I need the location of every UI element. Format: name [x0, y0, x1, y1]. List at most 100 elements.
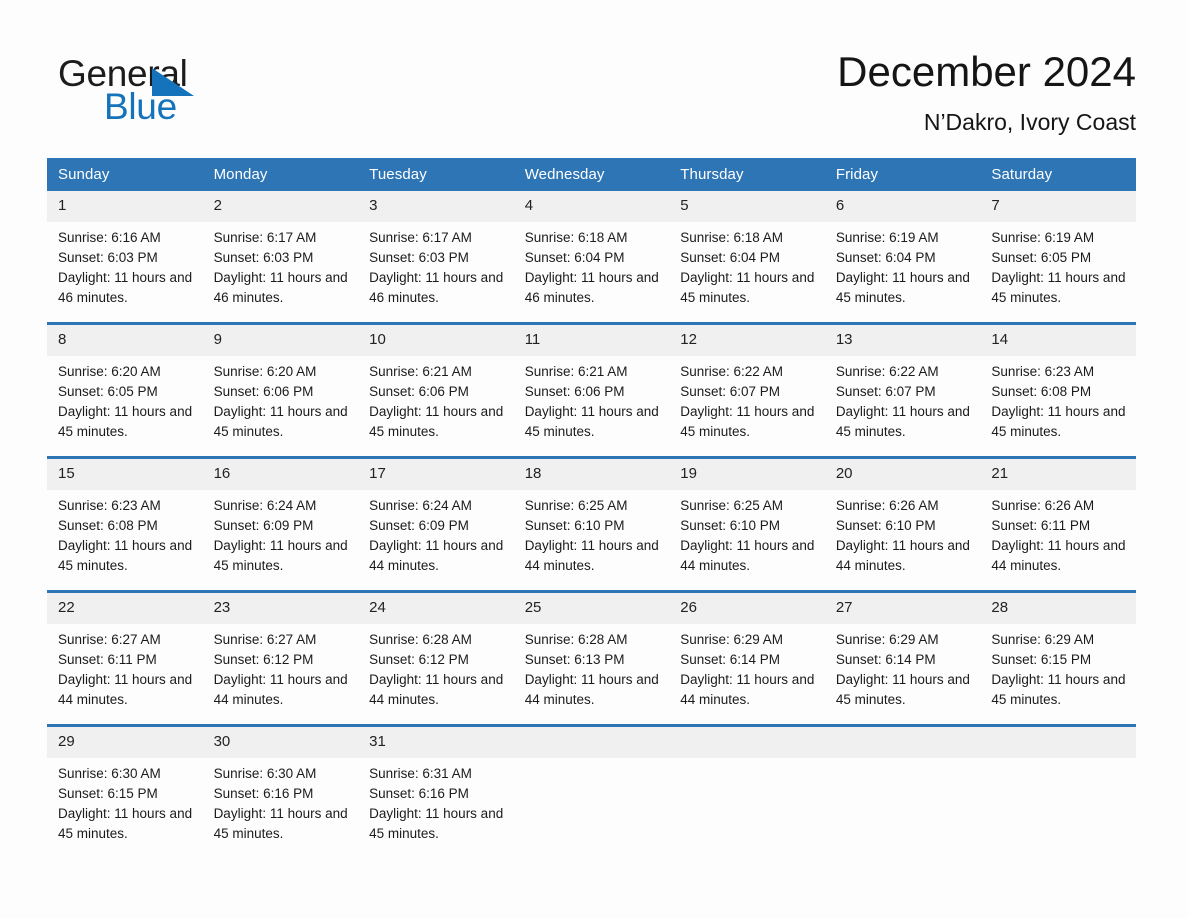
day-details: Sunrise: 6:26 AM Sunset: 6:10 PM Daylight:… — [825, 490, 981, 576]
calendar-day-cell[interactable]: 11 Sunrise: 6:21 AM Sunset: 6:06 PM Dayligh… — [513, 322, 670, 458]
calendar-week-row: 29 Sunrise: 6:30 AM Sunset: 6:15 PM Dayligh… — [47, 724, 1136, 858]
calendar-day-cell[interactable]: 18 Sunrise: 6:25 AM Sunset: 6:10 PM Dayligh… — [513, 456, 670, 592]
day-details: Sunrise: 6:23 AM Sunset: 6:08 PM Daylight:… — [47, 490, 203, 576]
day-number: 15 — [47, 459, 203, 490]
day-number: 2 — [202, 191, 359, 222]
daylight-text: Daylight: 11 hours and 45 minutes. — [369, 806, 504, 841]
sunset-text: Sunset: 6:08 PM — [58, 518, 158, 533]
sunset-text: Sunset: 6:08 PM — [991, 384, 1092, 399]
calendar-week-row: 1 Sunrise: 6:16 AM Sunset: 6:03 PM Daylight… — [47, 191, 1136, 324]
sunrise-text: Sunrise: 6:26 AM — [835, 498, 939, 513]
day-details: Sunrise: 6:25 AM Sunset: 6:10 PM Daylight:… — [514, 490, 670, 576]
day-details: Sunrise: 6:20 AM Sunset: 6:05 PM Daylight:… — [47, 356, 203, 442]
sunrise-text: Sunrise: 6:20 AM — [58, 364, 161, 379]
location-subtitle: N’Dakro, Ivory Coast — [923, 109, 1136, 135]
calendar-day-cell[interactable]: 2 Sunrise: 6:17 AM Sunset: 6:03 PM Daylight… — [202, 191, 359, 324]
day-number: 29 — [47, 727, 203, 758]
day-number: 26 — [669, 593, 825, 624]
sunrise-sunset-calendar: Sunday Monday Tuesday Wednesday Thursday… — [47, 158, 1136, 858]
sunrise-text: Sunrise: 6:23 AM — [58, 498, 161, 513]
page-title: December 2024 — [837, 48, 1136, 95]
day-details: Sunrise: 6:29 AM Sunset: 6:15 PM Daylight:… — [980, 624, 1136, 710]
calendar-day-cell[interactable]: 14 Sunrise: 6:23 AM Sunset: 6:08 PM Dayligh… — [980, 322, 1136, 458]
daylight-text: Daylight: 11 hours and 45 minutes. — [213, 806, 348, 841]
calendar-day-cell[interactable]: 20 Sunrise: 6:26 AM Sunset: 6:10 PM Dayligh… — [824, 456, 981, 592]
sunset-text: Sunset: 6:12 PM — [213, 652, 314, 667]
daylight-text: Daylight: 11 hours and 45 minutes. — [369, 404, 504, 439]
sunset-text: Sunset: 6:16 PM — [369, 786, 469, 801]
sunrise-text: Sunrise: 6:29 AM — [991, 632, 1095, 647]
title-block: December 2024 N’Dakro, Ivory Coast — [837, 46, 1136, 138]
calendar-day-cell[interactable]: 5 Sunrise: 6:18 AM Sunset: 6:04 PM Daylight… — [669, 191, 825, 324]
calendar-day-cell[interactable]: 13 Sunrise: 6:22 AM Sunset: 6:07 PM Dayligh… — [824, 322, 981, 458]
generalblue-logo[interactable]: General Blue — [58, 54, 258, 128]
calendar-day-cell[interactable]: 19 Sunrise: 6:25 AM Sunset: 6:10 PM Dayligh… — [669, 456, 825, 592]
calendar-week-row: 8 Sunrise: 6:20 AM Sunset: 6:05 PM Daylight… — [47, 322, 1136, 458]
day-number: 18 — [513, 459, 670, 490]
day-details: Sunrise: 6:24 AM Sunset: 6:09 PM Daylight:… — [358, 490, 514, 576]
calendar-day-cell[interactable]: 25 Sunrise: 6:28 AM Sunset: 6:13 PM Dayligh… — [513, 590, 670, 726]
day-details: Sunrise: 6:18 AM Sunset: 6:04 PM Daylight:… — [669, 222, 825, 308]
sunset-text: Sunset: 6:09 PM — [369, 518, 469, 533]
weekday-header-thursday: Thursday — [669, 158, 825, 191]
daylight-text: Daylight: 11 hours and 45 minutes. — [213, 404, 348, 439]
calendar-day-cell[interactable]: 12 Sunrise: 6:22 AM Sunset: 6:07 PM Dayligh… — [669, 322, 825, 458]
calendar-day-cell[interactable]: 15 Sunrise: 6:23 AM Sunset: 6:08 PM Dayligh… — [47, 456, 203, 592]
calendar-day-cell[interactable]: 23 Sunrise: 6:27 AM Sunset: 6:12 PM Dayligh… — [202, 590, 359, 726]
calendar-day-cell[interactable]: 3 Sunrise: 6:17 AM Sunset: 6:03 PM Daylight… — [358, 191, 514, 324]
calendar-day-cell[interactable]: 30 Sunrise: 6:30 AM Sunset: 6:16 PM Dayligh… — [202, 724, 359, 858]
calendar-day-cell[interactable]: 6 Sunrise: 6:19 AM Sunset: 6:04 PM Daylight… — [824, 191, 981, 324]
day-number: 10 — [358, 325, 514, 356]
daylight-text: Daylight: 11 hours and 45 minutes. — [991, 404, 1126, 439]
daylight-text: Daylight: 11 hours and 44 minutes. — [369, 538, 504, 573]
calendar-day-cell[interactable]: 24 Sunrise: 6:28 AM Sunset: 6:12 PM Dayligh… — [358, 590, 514, 726]
calendar-day-cell[interactable]: 27 Sunrise: 6:29 AM Sunset: 6:14 PM Dayligh… — [824, 590, 981, 726]
day-number: 14 — [980, 325, 1136, 356]
daylight-text: Daylight: 11 hours and 45 minutes. — [835, 672, 970, 707]
calendar-day-cell[interactable]: 28 Sunrise: 6:29 AM Sunset: 6:15 PM Dayligh… — [980, 590, 1136, 726]
day-details: Sunrise: 6:24 AM Sunset: 6:09 PM Daylight:… — [203, 490, 359, 576]
day-number — [513, 727, 670, 758]
sunrise-text: Sunrise: 6:16 AM — [58, 230, 161, 245]
calendar-day-cell[interactable]: 22 Sunrise: 6:27 AM Sunset: 6:11 PM Dayligh… — [47, 590, 203, 726]
daylight-text: Daylight: 11 hours and 44 minutes. — [680, 538, 815, 573]
sunset-text: Sunset: 6:07 PM — [835, 384, 936, 399]
daylight-text: Daylight: 11 hours and 44 minutes. — [213, 672, 348, 707]
day-number: 21 — [980, 459, 1136, 490]
sunset-text: Sunset: 6:10 PM — [680, 518, 781, 533]
calendar-day-cell[interactable]: 17 Sunrise: 6:24 AM Sunset: 6:09 PM Dayligh… — [358, 456, 514, 592]
weekday-header-friday: Friday — [824, 158, 981, 191]
calendar-day-cell[interactable]: 10 Sunrise: 6:21 AM Sunset: 6:06 PM Dayligh… — [358, 322, 514, 458]
day-number: 22 — [47, 593, 203, 624]
sunrise-text: Sunrise: 6:27 AM — [58, 632, 161, 647]
calendar-day-cell[interactable]: 16 Sunrise: 6:24 AM Sunset: 6:09 PM Dayligh… — [202, 456, 359, 592]
sunset-text: Sunset: 6:06 PM — [369, 384, 469, 399]
daylight-text: Daylight: 11 hours and 45 minutes. — [58, 806, 193, 841]
calendar-day-cell[interactable]: 21 Sunrise: 6:26 AM Sunset: 6:11 PM Dayligh… — [980, 456, 1136, 592]
sunset-text: Sunset: 6:11 PM — [58, 652, 157, 667]
sunset-text: Sunset: 6:11 PM — [991, 518, 1091, 533]
calendar-day-cell[interactable]: 8 Sunrise: 6:20 AM Sunset: 6:05 PM Daylight… — [47, 322, 203, 458]
calendar-day-cell[interactable]: 1 Sunrise: 6:16 AM Sunset: 6:03 PM Daylight… — [47, 191, 203, 324]
daylight-text: Daylight: 11 hours and 45 minutes. — [58, 404, 193, 439]
sunrise-text: Sunrise: 6:22 AM — [680, 364, 784, 379]
day-number: 9 — [202, 325, 359, 356]
daylight-text: Daylight: 11 hours and 45 minutes. — [991, 270, 1126, 305]
calendar-day-cell[interactable]: 31 Sunrise: 6:31 AM Sunset: 6:16 PM Dayligh… — [358, 724, 514, 858]
calendar-day-cell[interactable]: 7 Sunrise: 6:19 AM Sunset: 6:05 PM Daylight… — [980, 191, 1136, 324]
calendar-week-row: 22 Sunrise: 6:27 AM Sunset: 6:11 PM Dayligh… — [47, 590, 1136, 726]
calendar-body: 1 Sunrise: 6:16 AM Sunset: 6:03 PM Daylight… — [47, 191, 1136, 858]
calendar-day-cell[interactable]: 4 Sunrise: 6:18 AM Sunset: 6:04 PM Daylight… — [513, 191, 670, 324]
calendar-day-cell[interactable]: 26 Sunrise: 6:29 AM Sunset: 6:14 PM Dayligh… — [669, 590, 825, 726]
sunset-text: Sunset: 6:04 PM — [835, 250, 936, 265]
sunset-text: Sunset: 6:10 PM — [524, 518, 625, 533]
calendar-day-cell[interactable]: 29 Sunrise: 6:30 AM Sunset: 6:15 PM Dayligh… — [47, 724, 203, 858]
day-details: Sunrise: 6:21 AM Sunset: 6:06 PM Daylight:… — [358, 356, 514, 442]
calendar-day-cell[interactable]: 9 Sunrise: 6:20 AM Sunset: 6:06 PM Daylight… — [202, 322, 359, 458]
daylight-text: Daylight: 11 hours and 45 minutes. — [991, 672, 1126, 707]
day-details: Sunrise: 6:17 AM Sunset: 6:03 PM Daylight:… — [203, 222, 359, 308]
calendar-day-cell-empty — [980, 724, 1136, 858]
sunset-text: Sunset: 6:15 PM — [991, 652, 1092, 667]
calendar-day-cell-empty — [669, 724, 825, 858]
sunset-text: Sunset: 6:04 PM — [524, 250, 625, 265]
